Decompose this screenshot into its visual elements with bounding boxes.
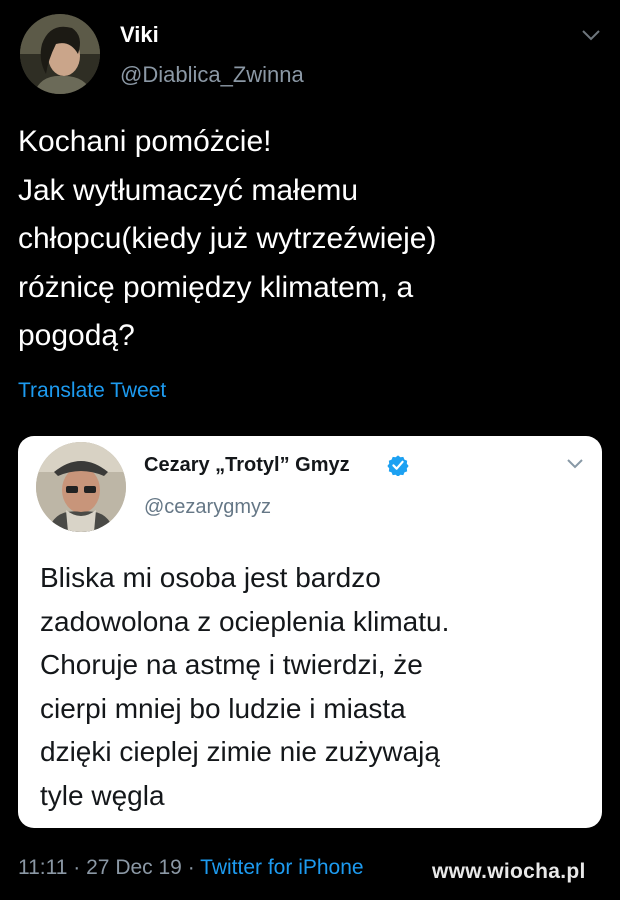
tweet-source-link[interactable]: Twitter for iPhone (200, 856, 363, 879)
tweet-line: chłopcu(kiedy już wytrzeźwieje) (18, 222, 437, 255)
tweet-meta: 11:11 · 27 Dec 19 · Twitter for iPhone (18, 856, 364, 880)
author-name[interactable]: Viki (120, 22, 159, 48)
quoted-tweet-line: dzięki cieplej zimie nie zużywają (40, 736, 440, 767)
quoted-tweet-line: Bliska mi osoba jest bardzo (40, 562, 381, 593)
quoted-tweet-line: cierpi mniej bo ludzie i miasta (40, 692, 406, 724)
translate-tweet-link[interactable]: Translate Tweet (18, 379, 166, 403)
tweet-line: pogodą? (18, 319, 135, 352)
quoted-tweet-card[interactable]: Cezary „Trotyl” Gmyz @cezarygmyz Bliska … (18, 436, 602, 828)
author-avatar[interactable] (20, 14, 100, 94)
quoted-tweet-line: Choruje na astmę i twierdzi, że (40, 649, 423, 680)
tweet-text: Kochani pomóżcie! Jak wytłumaczyć małemu… (18, 118, 608, 361)
tweet-line: Jak wytłumaczyć małemu (18, 173, 359, 207)
chevron-down-icon[interactable] (580, 28, 602, 42)
meta-separator: · (73, 856, 81, 879)
meta-separator: · (187, 856, 195, 879)
tweet-time: 11:11 (18, 856, 68, 879)
author-handle[interactable]: @Diablica_Zwinna (120, 62, 304, 88)
verified-badge-icon (387, 455, 409, 476)
site-watermark: www.wiocha.pl (432, 860, 586, 883)
quoted-tweet-line: zadowolona z ocieplenia klimatu. (40, 605, 450, 637)
tweet-date: 27 Dec 19 (86, 856, 182, 879)
quoted-tweet-text: Bliska mi osoba jest bardzo zadowolona z… (40, 556, 600, 817)
quoted-author-avatar[interactable] (36, 442, 126, 532)
quoted-tweet-line: tyle węgla (40, 779, 165, 811)
chevron-down-icon[interactable] (566, 458, 584, 470)
tweet-line: różnicę pomiędzy klimatem, a (18, 270, 414, 304)
tweet-line: Kochani pomóżcie! (18, 125, 272, 158)
quoted-author-name[interactable]: Cezary „Trotyl” Gmyz (144, 454, 350, 477)
quoted-author-handle[interactable]: @cezarygmyz (144, 496, 271, 519)
